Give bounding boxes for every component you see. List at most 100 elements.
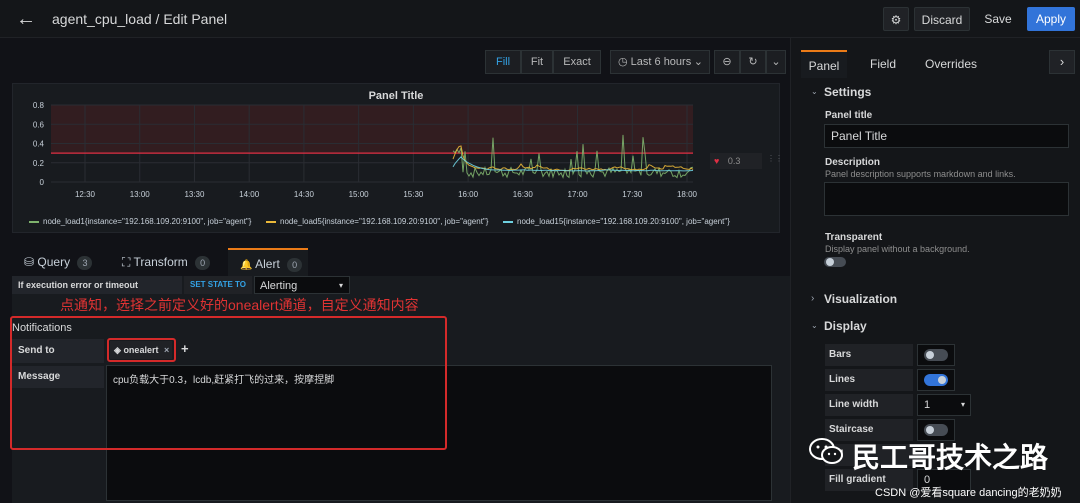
time-range-picker[interactable]: ◷ Last 6 hours ⌄ <box>610 50 710 74</box>
x-tick-label: 15:30 <box>403 190 424 199</box>
y-tick-label: 0.6 <box>33 120 45 129</box>
x-tick-label: 17:00 <box>568 190 589 199</box>
panel-settings-button[interactable]: ⚙ <box>883 7 909 31</box>
tab-panel[interactable]: Panel <box>801 50 847 78</box>
chevron-right-icon[interactable]: › <box>811 293 814 304</box>
refresh-interval-dropdown[interactable]: ⌄ <box>766 50 786 74</box>
watermark-credit: CSDN @爱看square dancing的老奶奶 <box>875 487 1062 499</box>
back-arrow-icon[interactable]: ← <box>16 8 36 31</box>
panel-preview: Panel Title 0.8 0.6 0.4 0.2 0 12:30 13:00 13:30… <box>12 83 783 233</box>
x-tick-label: 16:00 <box>458 190 479 199</box>
transparent-label: Transparent <box>825 232 883 243</box>
chevron-down-icon: ⌄ <box>693 56 703 68</box>
fit-mode-button[interactable]: Fit <box>521 50 553 74</box>
exec-error-label: If execution error or timeout <box>12 276 182 294</box>
y-tick-label: 0.2 <box>33 159 45 168</box>
alert-region <box>51 105 693 154</box>
visualization-heading[interactable]: Visualization <box>824 292 897 306</box>
tab-overrides[interactable]: Overrides <box>925 50 977 78</box>
legend-item-load15[interactable]: node_load15{instance="192.168.109.20:910… <box>503 217 730 226</box>
tab-query[interactable]: ⛁ Query 3 <box>24 248 93 276</box>
watermark-brand: 民工哥技术之路 <box>852 442 1049 473</box>
fill-mode-button[interactable]: Fill <box>485 50 521 74</box>
time-range-label: Last 6 hours <box>630 56 692 68</box>
transparent-toggle[interactable] <box>824 257 846 267</box>
drag-handle-icon[interactable]: ⋮⋮ <box>767 154 783 163</box>
x-tick-label: 13:30 <box>184 190 205 199</box>
tab-alert[interactable]: 🔔 Alert 0 <box>228 248 308 276</box>
tab-field[interactable]: Field <box>870 50 896 78</box>
settings-heading[interactable]: Settings <box>824 85 871 99</box>
annotation-text: 点通知，选择之前定义好的onealert通道，自定义通知内容 <box>60 297 419 313</box>
line-width-label: Line width <box>825 394 913 416</box>
x-tick-label: 16:30 <box>513 190 534 199</box>
page-title: agent_cpu_load / Edit Panel <box>52 11 228 27</box>
apply-button[interactable]: Apply <box>1027 7 1075 31</box>
exact-mode-button[interactable]: Exact <box>553 50 601 74</box>
editor-main: Fill Fit Exact ◷ Last 6 hours ⌄ ⊖ ↻ ⌄ Pa… <box>0 38 790 503</box>
refresh-icon: ↻ <box>748 56 758 68</box>
annotation-box <box>10 316 447 450</box>
panel-title-label: Panel title <box>825 110 873 121</box>
top-bar: ← agent_cpu_load / Edit Panel ⚙ Discard … <box>0 0 1080 38</box>
x-tick-label: 14:00 <box>239 190 260 199</box>
description-label: Description <box>825 157 881 168</box>
panel-title-input[interactable]: Panel Title <box>824 124 1069 148</box>
transparent-help: Display panel without a background. <box>825 244 970 254</box>
threshold-value: 0.3 <box>727 156 741 166</box>
wechat-icon <box>809 438 843 464</box>
time-series-chart[interactable]: 0.8 0.6 0.4 0.2 0 12:30 13:00 13:30 14:00 14:30 15… <box>13 84 781 212</box>
save-button[interactable]: Save <box>976 7 1020 31</box>
set-state-label: SET STATE TO <box>184 276 252 294</box>
display-heading[interactable]: Display <box>824 319 867 333</box>
state-select[interactable]: Alerting ▾ <box>254 276 350 294</box>
wechat-logo <box>808 436 844 468</box>
staircase-toggle[interactable] <box>924 424 948 436</box>
lines-toggle[interactable] <box>924 374 948 386</box>
database-icon: ⛁ <box>24 255 35 269</box>
lines-label: Lines <box>825 369 913 391</box>
bell-icon: 🔔 <box>240 260 253 271</box>
x-tick-label: 12:30 <box>75 190 96 199</box>
zoom-out-button[interactable]: ⊖ <box>714 50 740 74</box>
chevron-right-icon: › <box>1059 54 1065 69</box>
options-pane: Panel Field Overrides › ⌄ Settings Panel… <box>790 38 1080 503</box>
transform-icon: ⛶ <box>122 255 131 269</box>
caret-down-icon: ▾ <box>960 400 965 409</box>
bars-toggle[interactable] <box>924 349 948 361</box>
legend-swatch <box>29 220 39 223</box>
bars-label: Bars <box>825 344 913 366</box>
refresh-button[interactable]: ↻ <box>740 50 766 74</box>
collapse-pane-button[interactable]: › <box>1049 50 1075 74</box>
alert-editor: If execution error or timeout SET STATE … <box>10 276 790 503</box>
legend-swatch <box>266 220 276 223</box>
chevron-down-icon[interactable]: ⌄ <box>811 87 818 96</box>
legend-swatch <box>503 220 513 223</box>
y-tick-label: 0.8 <box>33 101 45 110</box>
gear-icon: ⚙ <box>890 13 902 27</box>
legend-item-load5[interactable]: node_load5{instance="192.168.109.20:9100… <box>266 217 488 226</box>
legend-item-load1[interactable]: node_load1{instance="192.168.109.20:9100… <box>29 217 251 226</box>
heart-icon: ♥ <box>714 156 720 166</box>
caret-down-icon: ▾ <box>338 281 343 290</box>
line-width-select[interactable]: 1 ▾ <box>917 394 971 416</box>
tab-count-badge: 3 <box>77 256 93 270</box>
tab-transform[interactable]: ⛶ Transform 0 <box>122 248 211 276</box>
threshold-handle[interactable]: ♥ 0.3 <box>710 153 762 169</box>
discard-button[interactable]: Discard <box>914 7 970 31</box>
x-tick-label: 18:00 <box>677 190 698 199</box>
zoom-out-icon: ⊖ <box>722 56 732 68</box>
clock-icon: ◷ <box>618 56 628 68</box>
x-tick-label: 17:30 <box>622 190 643 199</box>
tab-count-badge: 0 <box>195 256 211 270</box>
y-tick-label: 0.4 <box>33 140 45 149</box>
description-help: Panel description supports markdown and … <box>825 169 1016 179</box>
x-tick-label: 15:00 <box>349 190 370 199</box>
y-tick-label: 0 <box>40 178 45 187</box>
description-input[interactable] <box>824 182 1069 216</box>
x-tick-label: 13:00 <box>130 190 151 199</box>
annotation-box <box>107 338 176 362</box>
chevron-down-icon[interactable]: ⌄ <box>811 321 818 330</box>
x-tick-label: 14:30 <box>294 190 315 199</box>
tab-count-badge: 0 <box>287 258 303 272</box>
